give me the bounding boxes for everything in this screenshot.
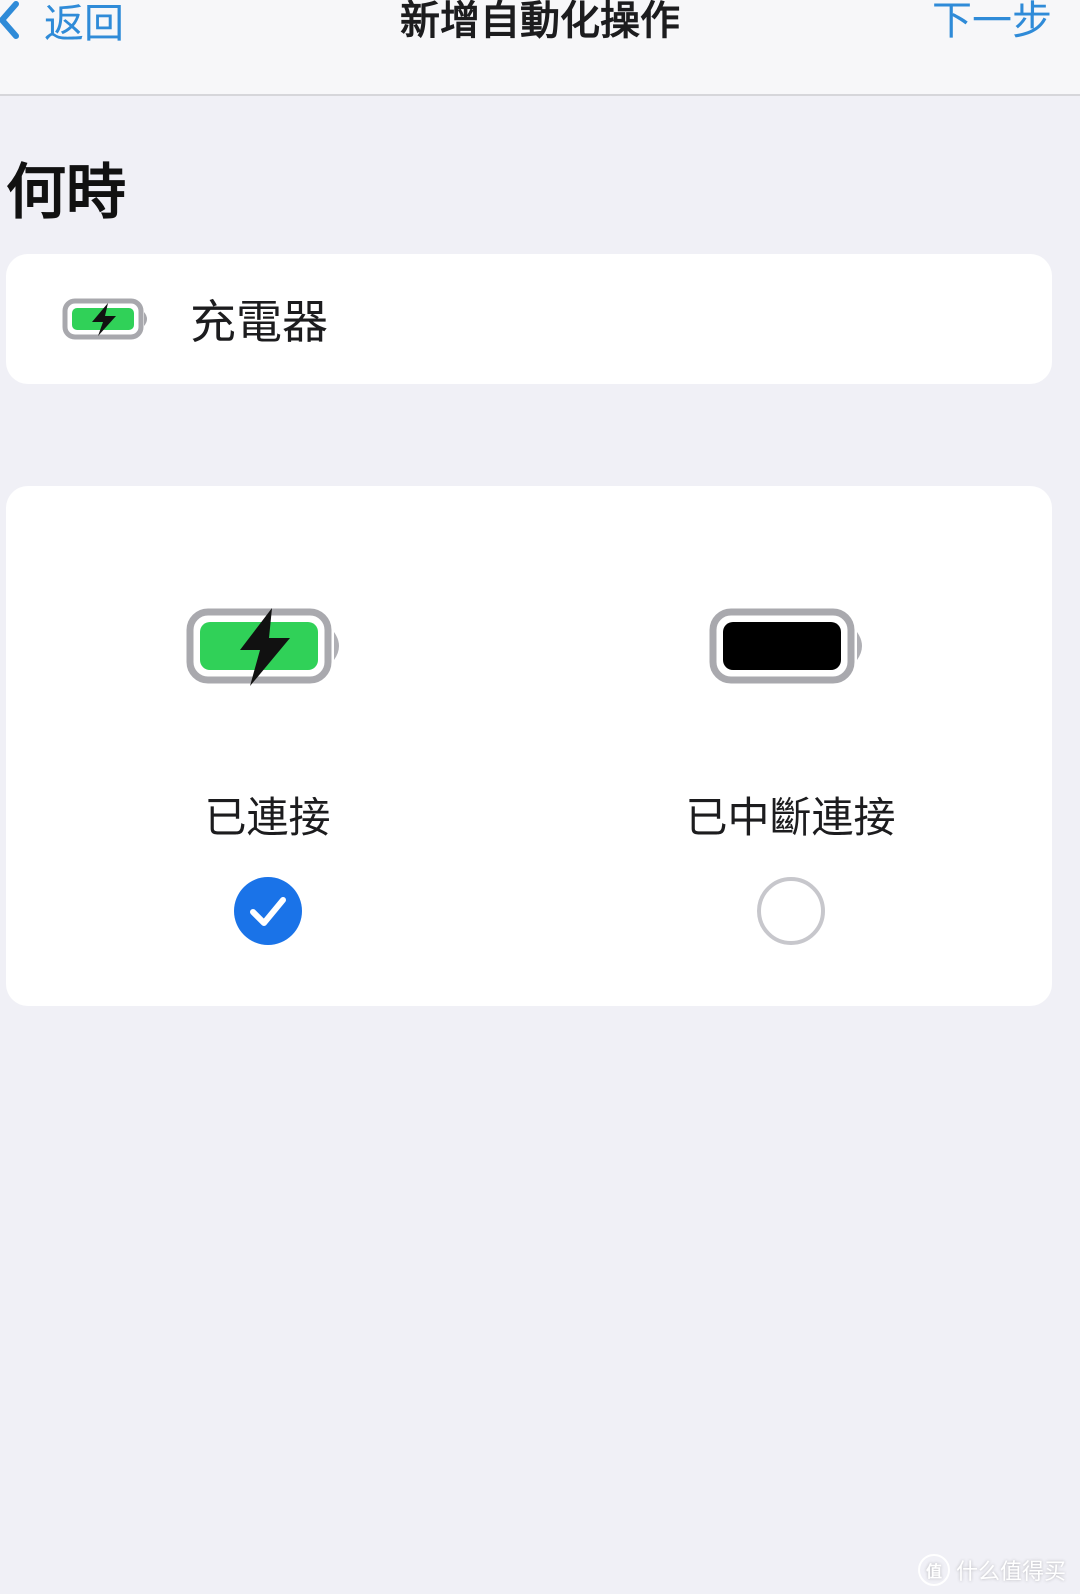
battery-charging-icon bbox=[186, 608, 339, 686]
battery-full-icon bbox=[709, 608, 862, 684]
radio-checked-icon[interactable] bbox=[233, 876, 303, 946]
trigger-label: 充電器 bbox=[190, 295, 328, 349]
option-connected[interactable]: 已連接 bbox=[6, 486, 529, 1006]
next-button[interactable]: 下一步 bbox=[932, 0, 1052, 46]
option-label: 已中斷連接 bbox=[685, 793, 896, 842]
battery-charging-icon bbox=[62, 298, 147, 340]
watermark-logo-icon: 值 bbox=[917, 1554, 950, 1586]
section-title: 何時 bbox=[6, 158, 126, 228]
navigation-bar: 返回 新增自動化操作 下一步 bbox=[0, 0, 1080, 96]
option-disconnected[interactable]: 已中斷連接 bbox=[529, 486, 1052, 1006]
watermark-text: 什么值得买 bbox=[955, 1560, 1066, 1585]
watermark: 值 什么值得买 bbox=[917, 1554, 1066, 1586]
option-label: 已連接 bbox=[204, 793, 331, 842]
radio-unchecked-icon[interactable] bbox=[756, 876, 826, 946]
options-card: 已連接 已中斷連接 bbox=[6, 486, 1052, 1006]
trigger-row[interactable]: 充電器 bbox=[6, 254, 1052, 384]
page-title: 新增自動化操作 bbox=[400, 0, 680, 44]
